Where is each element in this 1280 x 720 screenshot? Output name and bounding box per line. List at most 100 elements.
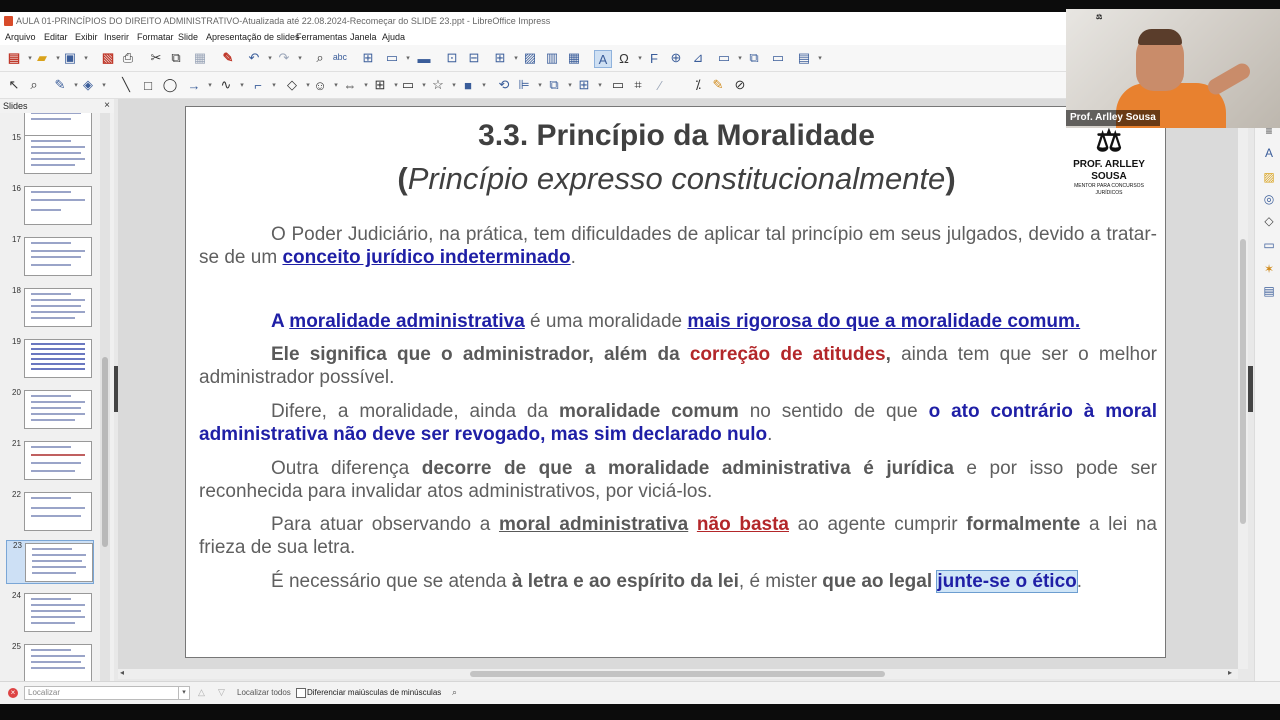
callout-icon[interactable]: ▭ [400, 77, 416, 93]
fill-color-dropdown-icon[interactable]: ▾ [96, 77, 112, 93]
slide-thumb-21[interactable]: 21 [0, 439, 100, 483]
curve-icon[interactable]: ∿ [218, 77, 234, 93]
new-slide-icon[interactable]: ▭ [716, 50, 732, 66]
menu-ferramentas[interactable]: Ferramentas [296, 30, 347, 45]
delete-slide-icon[interactable]: ▭ [770, 50, 786, 66]
find-all-button[interactable]: Localizar todos [237, 688, 291, 697]
rectangle-icon[interactable]: □ [140, 77, 156, 93]
toggle-extrusion-icon[interactable]: ⊘ [732, 77, 748, 93]
spelling-icon[interactable]: ᵃᵇᶜ [332, 50, 348, 66]
redo-dropdown-icon[interactable]: ▾ [292, 50, 308, 66]
stars-icon[interactable]: ☆ [430, 77, 446, 93]
scroll-left-icon[interactable]: ◂ [120, 668, 124, 677]
cut-icon[interactable]: ✂ [148, 50, 164, 66]
line-color-icon[interactable]: ✎ [52, 77, 68, 93]
image-icon[interactable]: ▨ [522, 50, 538, 66]
menu-slide[interactable]: Slide [178, 30, 198, 45]
properties-icon[interactable]: A [1261, 145, 1277, 161]
line-icon[interactable]: ╲ [118, 77, 134, 93]
find-dropdown-icon[interactable]: ▾ [178, 687, 189, 699]
print-icon[interactable]: ⎙ [120, 50, 136, 66]
scrollbar-thumb[interactable] [470, 671, 885, 677]
navigator-icon[interactable]: ◎ [1261, 191, 1277, 207]
start-first-slide-icon[interactable]: ⊡ [444, 50, 460, 66]
scrollbar-thumb[interactable] [1240, 239, 1246, 524]
match-case-checkbox[interactable] [296, 688, 306, 698]
export-pdf-icon[interactable]: ▧ [100, 50, 116, 66]
slide-thumb-16[interactable]: 16 [0, 184, 100, 228]
find-next-icon[interactable]: ▽ [218, 687, 225, 698]
connector-icon[interactable]: ⌐ [250, 77, 266, 93]
find-replace-dialog-icon[interactable]: ⌕ [452, 687, 457, 698]
views-dropdown-icon[interactable]: ▾ [400, 50, 416, 66]
text-box-icon[interactable]: A [594, 50, 612, 68]
arrange-icon[interactable]: ⧉ [546, 77, 562, 93]
clone-formatting-icon[interactable]: ✎ [220, 50, 236, 66]
menu-formatar[interactable]: Formatar [137, 30, 174, 45]
close-panel-icon[interactable]: × [104, 99, 110, 113]
slide-thumb-15[interactable]: 15 [0, 133, 100, 177]
table-icon[interactable]: ⊞ [492, 50, 508, 66]
slide-thumb-23[interactable]: 23 [6, 540, 94, 584]
symbol-shapes-icon[interactable]: ☺ [312, 77, 328, 93]
3d-dropdown-icon[interactable]: ▾ [476, 77, 492, 93]
menu-editar[interactable]: Editar [44, 30, 68, 45]
gallery-icon[interactable]: ▨ [1261, 169, 1277, 185]
p7-selected-text[interactable]: junte-se o ético [936, 570, 1078, 593]
block-arrows-icon[interactable]: ⇔ [342, 77, 358, 93]
distribute-icon[interactable]: ⊞ [576, 77, 592, 93]
scrollbar-thumb[interactable] [102, 357, 108, 547]
grid-icon[interactable]: ⊞ [360, 50, 376, 66]
master-slides-icon[interactable]: ▤ [1261, 283, 1277, 299]
slide-layout-dropdown-icon[interactable]: ▾ [812, 50, 828, 66]
new-icon[interactable]: ▤ [6, 50, 22, 66]
shapes-icon[interactable]: ◇ [1261, 213, 1277, 229]
save-icon[interactable]: ▣ [62, 50, 78, 66]
zoom-icon[interactable]: ⌕ [26, 77, 42, 93]
curve-dropdown-icon[interactable]: ▾ [234, 77, 250, 93]
flowchart-icon[interactable]: ⊞ [372, 77, 388, 93]
master-slide-icon[interactable]: ▬ [416, 50, 432, 66]
menu-exibir[interactable]: Exibir [75, 30, 98, 45]
scroll-right-icon[interactable]: ▸ [1228, 668, 1232, 677]
slide-thumb-22[interactable]: 22 [0, 490, 100, 534]
find-input[interactable]: Localizar ▾ [24, 686, 190, 700]
start-current-slide-icon[interactable]: ⊟ [466, 50, 482, 66]
slide-thumb-20[interactable]: 20 [0, 388, 100, 432]
hyperlink-icon[interactable]: ⊕ [668, 50, 684, 66]
shadow-icon[interactable]: ▭ [610, 77, 626, 93]
redo-icon[interactable]: ↷ [276, 50, 292, 66]
points-icon[interactable]: ⁒ [690, 77, 706, 93]
select-icon[interactable]: ↖ [6, 77, 22, 93]
menu-apresentacao[interactable]: Apresentação de slides [206, 30, 300, 45]
copy-icon[interactable]: ⧉ [168, 50, 184, 66]
rotate-icon[interactable]: ⟲ [496, 77, 512, 93]
ellipse-icon[interactable]: ◯ [162, 77, 178, 93]
filter-icon[interactable]: ⁄ [652, 77, 668, 93]
slide-thumb-17[interactable]: 17 [0, 235, 100, 279]
duplicate-slide-icon[interactable]: ⧉ [746, 50, 762, 66]
menu-janela[interactable]: Janela [350, 30, 377, 45]
undo-icon[interactable]: ↶ [246, 50, 262, 66]
slide-thumb-24[interactable]: 24 [0, 591, 100, 635]
slides-panel-scrollbar[interactable] [100, 113, 110, 681]
fill-color-icon[interactable]: ◈ [80, 77, 96, 93]
3d-objects-icon[interactable]: ■ [460, 77, 476, 93]
slide-thumb-19[interactable]: 19 [0, 337, 100, 381]
arrow-icon[interactable]: → [186, 77, 202, 93]
glue-points-icon[interactable]: ✎ [710, 77, 726, 93]
slide-canvas[interactable]: 3.3. Princípio da Moralidade (Princípio … [185, 106, 1166, 658]
align-objects-icon[interactable]: ⊫ [516, 77, 532, 93]
basic-shapes-icon[interactable]: ◇ [284, 77, 300, 93]
vertical-scrollbar[interactable] [1238, 99, 1248, 669]
media-icon[interactable]: ▥ [544, 50, 560, 66]
slide-transition-icon[interactable]: ▭ [1261, 237, 1277, 253]
display-views-icon[interactable]: ▭ [384, 50, 400, 66]
show-draw-functions-icon[interactable]: ⊿ [690, 50, 706, 66]
slide-layout-icon[interactable]: ▤ [796, 50, 812, 66]
open-icon[interactable]: ▰ [34, 50, 50, 66]
find-replace-icon[interactable]: ⌕ [312, 50, 328, 66]
crop-icon[interactable]: ⌗ [630, 77, 646, 93]
menu-arquivo[interactable]: Arquivo [5, 30, 36, 45]
paste-icon[interactable]: ▦ [192, 50, 208, 66]
